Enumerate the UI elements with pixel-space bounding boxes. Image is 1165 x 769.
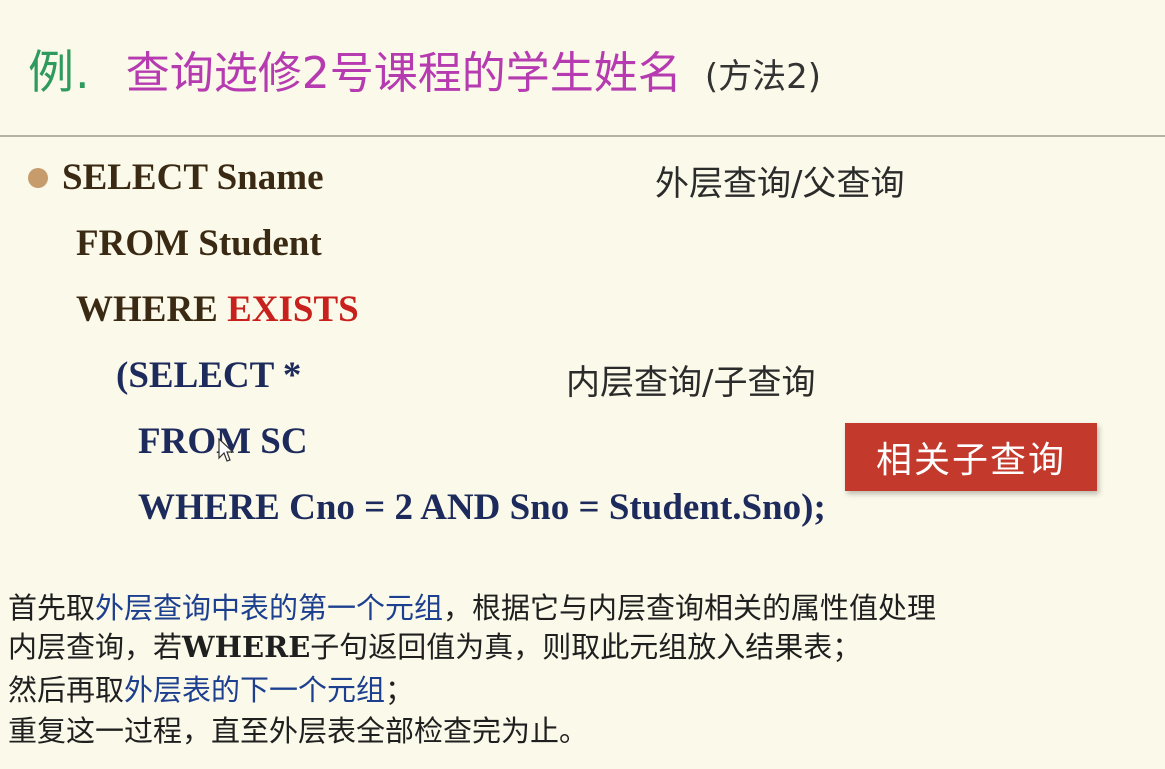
slide: 例. 查询选修2号课程的学生姓名 (方法2) SELECT Sname FROM…	[0, 0, 1165, 769]
code-select-outer: SELECT Sname	[62, 157, 324, 198]
title-divider	[0, 135, 1165, 137]
desc-text: 子句返回值为真，则取此元组放入结果表；	[310, 630, 862, 664]
exists-keyword: EXISTS	[227, 289, 359, 330]
description-line-1: 首先取外层查询中表的第一个元组，根据它与内层查询相关的属性值处理	[8, 585, 936, 627]
code-where-inner: WHERE Cno = 2 AND Sno = Student.Sno);	[138, 487, 826, 528]
description-line-4: 重复这一过程，直至外层表全部检查完为止。	[8, 714, 589, 748]
desc-highlight: 外层查询中表的第一个元组	[95, 591, 444, 625]
title-suffix: (方法2)	[704, 57, 821, 97]
annotation-inner-query: 内层查询/子查询	[566, 363, 816, 403]
desc-text: 首先取	[8, 591, 96, 625]
annotation-outer-query: 外层查询/父查询	[655, 164, 905, 204]
desc-keyword: WHERE	[182, 630, 311, 664]
desc-text: 内层查询，若	[8, 630, 183, 664]
code-where-outer: WHERE EXISTS	[76, 290, 359, 330]
slide-title: 例. 查询选修2号课程的学生姓名 (方法2)	[28, 36, 821, 106]
description-line-2: 内层查询，若WHERE子句返回值为真，则取此元组放入结果表；	[8, 624, 861, 666]
desc-text: 然后再取	[8, 673, 125, 707]
code-select-inner: (SELECT *	[116, 355, 302, 396]
desc-text: ，根据它与内层查询相关的属性值处理	[443, 591, 937, 625]
bullet-dot-icon	[28, 168, 48, 188]
badge-label: 相关子查询	[875, 440, 1066, 481]
description-line-3: 然后再取外层表的下一个元组；	[8, 667, 414, 709]
correlated-subquery-badge: 相关子查询	[845, 423, 1097, 491]
title-prefix: 例.	[28, 45, 91, 99]
where-keyword: WHERE	[76, 289, 228, 330]
code-from-outer: FROM Student	[76, 223, 322, 264]
title-main: 查询选修2号课程的学生姓名	[125, 48, 682, 99]
mouse-pointer-icon	[218, 438, 234, 462]
desc-highlight: 外层表的下一个元组	[124, 673, 386, 707]
desc-text: ；	[385, 673, 415, 707]
